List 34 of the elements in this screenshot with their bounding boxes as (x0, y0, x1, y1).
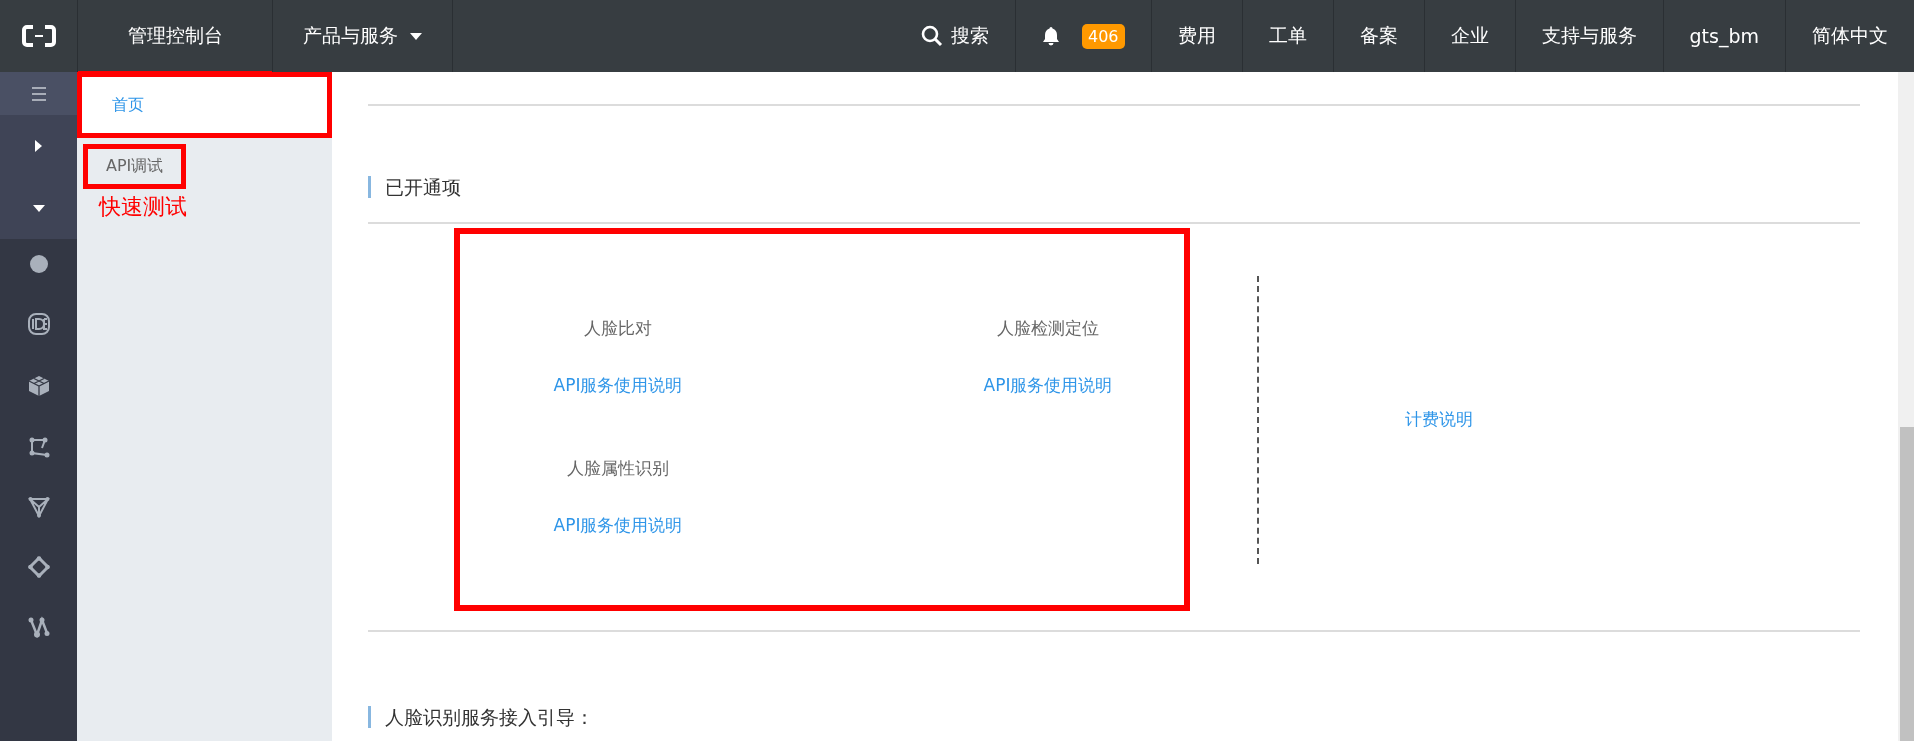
section-title: 人脸识别服务接入引导： (368, 706, 1860, 728)
caret-down-icon[interactable] (32, 204, 45, 212)
nav-link[interactable]: 简体中文 (1812, 23, 1888, 49)
nav-link[interactable]: 工单 (1268, 23, 1307, 49)
console-link[interactable]: 管理控制台 (127, 23, 223, 49)
graph-icon[interactable] (27, 616, 50, 638)
nav-link[interactable]: 企业 (1450, 23, 1489, 49)
scrollbar-thumb[interactable] (1900, 427, 1914, 741)
annotation-text: 快速测试 (97, 193, 188, 221)
sidebar-item[interactable]: API调试 (83, 143, 187, 189)
notification-badge: 406 (1081, 23, 1125, 49)
scrollbar[interactable] (1898, 72, 1914, 741)
bell-icon (1041, 26, 1060, 46)
caret-right-icon[interactable] (35, 140, 42, 152)
caret-down-icon (410, 32, 422, 40)
section-title: 已开通项 (368, 176, 1860, 198)
search-icon (920, 25, 943, 47)
nav-link[interactable]: 支持与服务 (1541, 23, 1637, 49)
triangle-network-icon[interactable] (27, 496, 50, 518)
service-name: 人脸比对 (584, 317, 652, 340)
nav-link[interactable]: 备案 (1359, 23, 1398, 49)
service-name: 人脸属性识别 (567, 457, 669, 480)
service-name: 人脸检测定位 (997, 317, 1099, 340)
logo-icon[interactable] (21, 25, 56, 47)
menu-icon[interactable] (30, 86, 47, 101)
nav-link[interactable]: 费用 (1177, 23, 1216, 49)
nav-link[interactable]: gts_bm (1689, 25, 1759, 47)
nodes-icon[interactable] (27, 436, 50, 458)
search-button[interactable]: 搜索 (920, 23, 989, 49)
ide-icon[interactable] (26, 312, 51, 336)
cube-icon[interactable] (26, 374, 51, 398)
diamond-network-icon[interactable] (27, 556, 50, 578)
products-menu[interactable]: 产品与服务 (303, 23, 422, 49)
circle-icon[interactable] (28, 254, 49, 274)
